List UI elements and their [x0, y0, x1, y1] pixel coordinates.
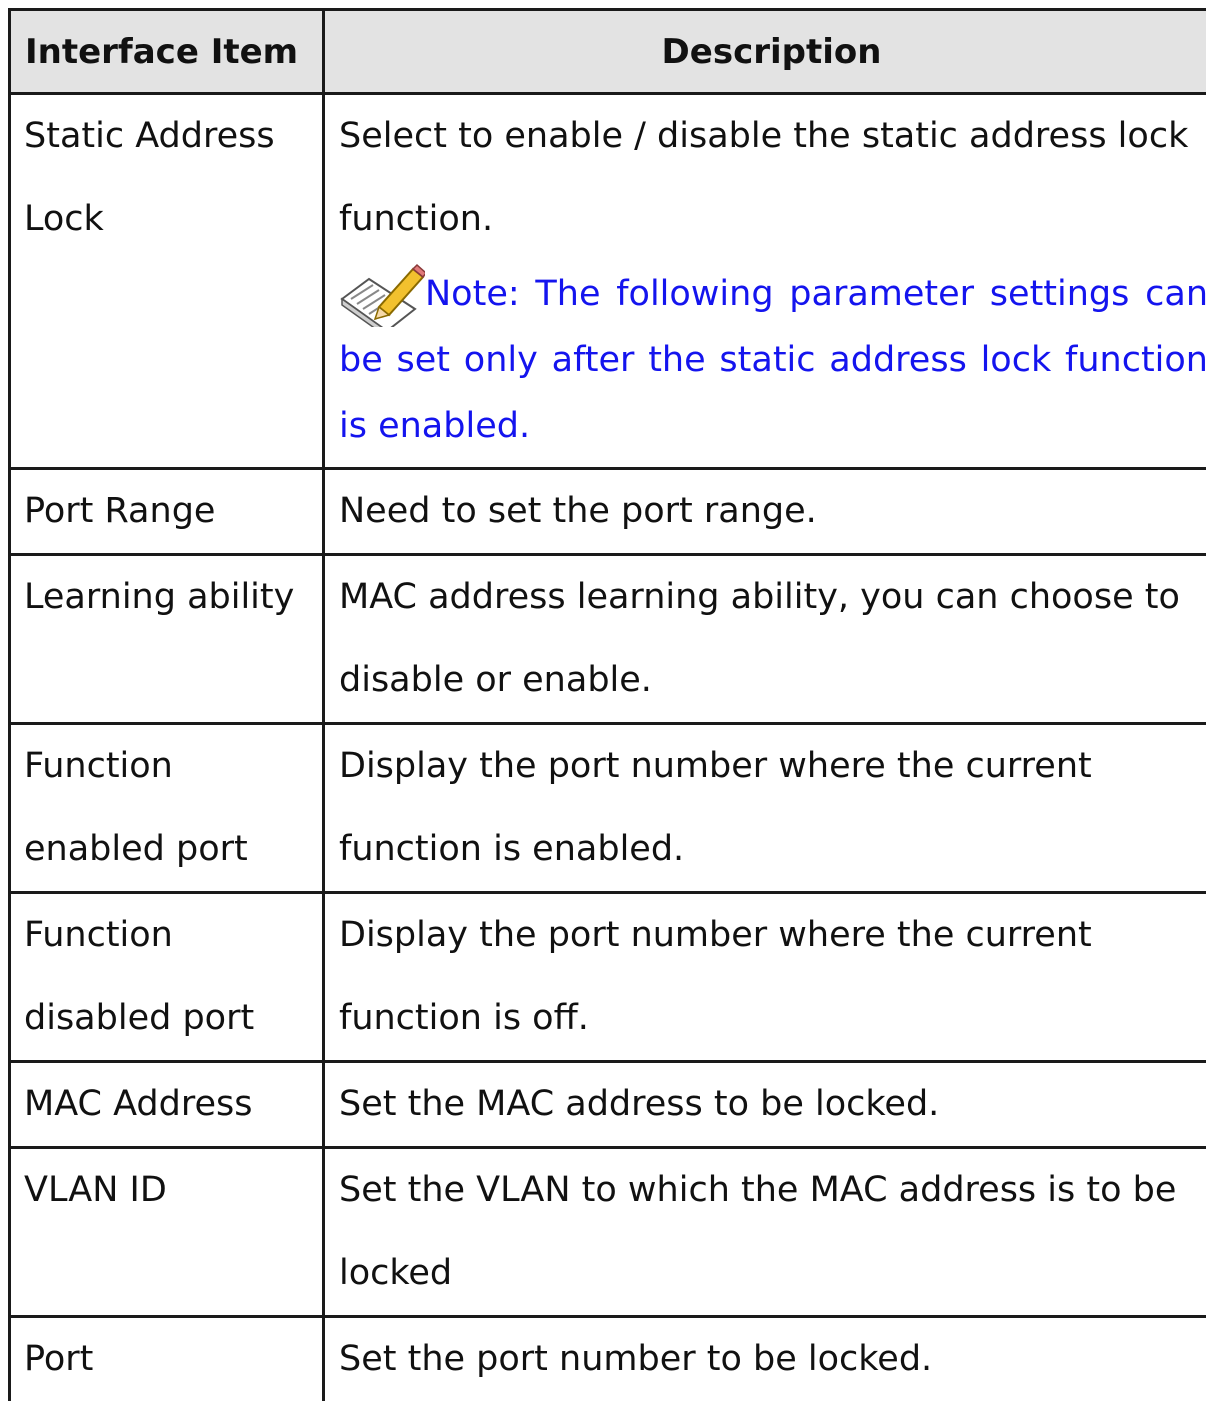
row-description: Set the VLAN to which the MAC address is… [322, 1146, 1206, 1318]
note-pencil-icon [339, 261, 428, 339]
table-row: Function enabled port Display the port n… [8, 722, 1206, 894]
table-row: Port Range Need to set the port range. [8, 467, 1206, 556]
note-text: Note: The following parameter settings c… [339, 261, 1206, 459]
table-row: Function disabled port Display the port … [8, 891, 1206, 1063]
table-row: MAC Address Set the MAC address to be lo… [8, 1060, 1206, 1149]
table-row: Port Set the port number to be locked. [8, 1315, 1206, 1401]
header-interface-item: Interface Item [8, 8, 325, 95]
row-description: Set the port number to be locked. [322, 1315, 1206, 1401]
row-description: Select to enable / disable the static ad… [322, 92, 1206, 470]
interface-description-table: Interface Item Description Static Addres… [8, 8, 1206, 1401]
row-item: Function disabled port [8, 891, 325, 1063]
row-description: Display the port number where the curren… [322, 722, 1206, 894]
table-row: Learning ability MAC address learning ab… [8, 553, 1206, 725]
row-item: Function enabled port [8, 722, 325, 894]
row-item: VLAN ID [8, 1146, 325, 1318]
row-description-text: Select to enable / disable the static ad… [339, 116, 1189, 239]
note-block: Note: The following parameter settings c… [339, 261, 1206, 467]
row-item: Learning ability [8, 553, 325, 725]
header-description: Description [322, 8, 1206, 95]
row-description: Display the port number where the curren… [322, 891, 1206, 1063]
row-description: MAC address learning ability, you can ch… [322, 553, 1206, 725]
row-item: Port [8, 1315, 325, 1401]
row-description: Set the MAC address to be locked. [322, 1060, 1206, 1149]
note-text-content: Note: The following parameter settings c… [339, 274, 1206, 446]
row-item: Static Address Lock [8, 92, 325, 470]
row-item: MAC Address [8, 1060, 325, 1149]
row-item: Port Range [8, 467, 325, 556]
table-row: VLAN ID Set the VLAN to which the MAC ad… [8, 1146, 1206, 1318]
row-description: Need to set the port range. [322, 467, 1206, 556]
table-row: Static Address Lock Select to enable / d… [8, 92, 1206, 470]
table-header-row: Interface Item Description [8, 8, 1206, 95]
